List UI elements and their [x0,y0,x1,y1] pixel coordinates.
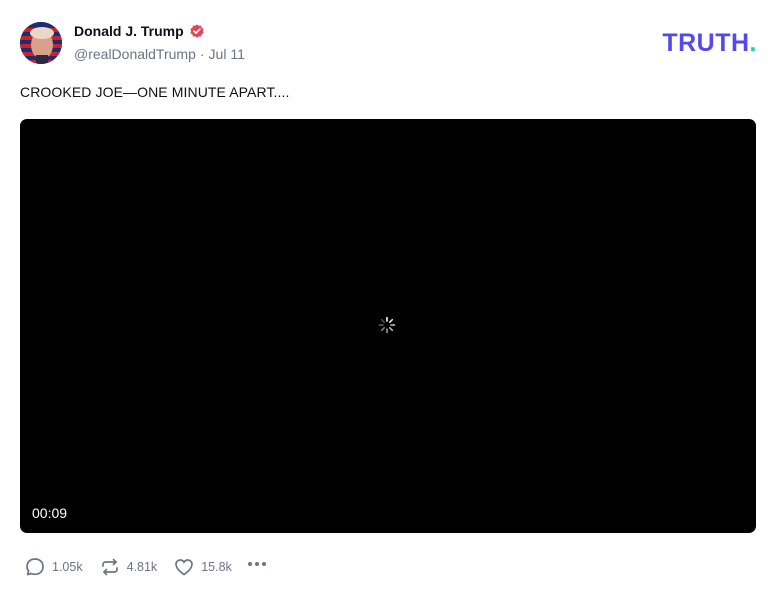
speech-bubble-icon [24,556,46,578]
video-player[interactable]: 00:09 [20,119,756,533]
truth-logo[interactable]: TRUTH. [662,29,757,58]
ellipsis-icon [246,553,268,580]
reply-button[interactable]: 1.05k [24,556,83,578]
heart-icon [173,556,195,578]
like-button[interactable]: 15.8k [173,556,232,578]
author-meta: @realDonaldTrump · Jul 11 [74,46,245,62]
more-options-button[interactable] [246,553,268,580]
avatar[interactable] [20,22,62,64]
video-timestamp: 00:09 [32,505,68,521]
truth-post: Donald J. Trump @realDonaldTrump · Jul 1… [0,0,777,595]
reply-count: 1.05k [52,559,83,574]
retruth-arrows-icon [99,556,121,578]
retruth-button[interactable]: 4.81k [99,556,158,578]
handle[interactable]: @realDonaldTrump [74,46,196,62]
author-name-row: Donald J. Trump [74,23,205,39]
logo-dot: . [749,29,757,57]
meta-separator: · [199,46,205,62]
like-count: 15.8k [201,559,232,574]
verified-badge-icon [189,23,205,39]
post-date[interactable]: Jul 11 [209,46,245,62]
display-name[interactable]: Donald J. Trump [74,23,184,39]
logo-text: TRUTH [662,29,750,57]
retruth-count: 4.81k [126,559,158,574]
action-bar: 1.05k 4.81k 15.8k [24,553,268,580]
post-text: CROOKED JOE—ONE MINUTE APART.... [20,84,290,100]
loading-spinner-icon [378,316,396,334]
